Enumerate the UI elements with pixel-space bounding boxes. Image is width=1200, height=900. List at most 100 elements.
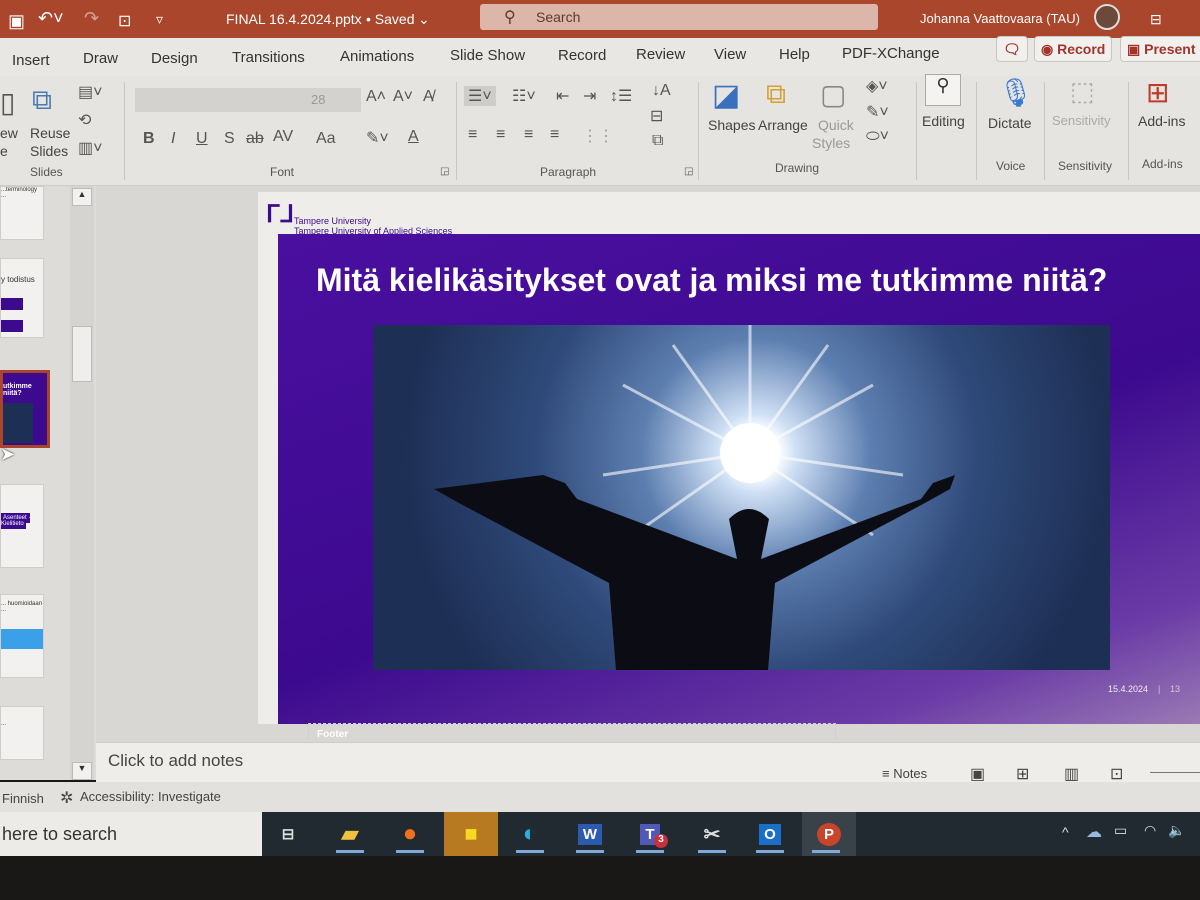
- arrange-icon[interactable]: ⧉: [766, 78, 786, 111]
- find-icon[interactable]: ⚲: [925, 74, 961, 106]
- font-name-select[interactable]: [135, 88, 307, 112]
- columns-icon[interactable]: ⋮⋮: [582, 126, 614, 146]
- save-status[interactable]: • Saved: [366, 11, 415, 27]
- scroll-up-icon[interactable]: ▲: [72, 188, 92, 206]
- tab-pdf-xchange[interactable]: PDF-XChange: [842, 45, 940, 62]
- line-spacing-icon[interactable]: ↕☰: [610, 86, 632, 106]
- firefox-icon[interactable]: ●: [386, 812, 434, 856]
- battery-icon[interactable]: ▭: [1114, 822, 1127, 839]
- onedrive-icon[interactable]: ☁: [1086, 822, 1102, 842]
- avatar[interactable]: [1094, 4, 1120, 30]
- tab-draw[interactable]: Draw: [83, 50, 118, 67]
- tab-view[interactable]: View: [714, 46, 746, 63]
- slide-thumbnail[interactable]: ...terminology ...: [0, 186, 44, 240]
- character-spacing-button[interactable]: AV: [273, 128, 293, 146]
- tab-insert[interactable]: Insert: [12, 52, 50, 69]
- smartart-icon[interactable]: ⧉: [652, 132, 663, 150]
- slide-thumbnail[interactable]: ...: [0, 706, 44, 760]
- show-hidden-icons[interactable]: ^: [1062, 824, 1069, 840]
- zoom-slider[interactable]: [1150, 772, 1200, 773]
- increase-font-icon[interactable]: A˄: [366, 88, 386, 106]
- notes-pane[interactable]: Click to add notes: [96, 742, 1200, 782]
- highlight-icon[interactable]: ✎˅: [366, 128, 389, 148]
- tab-design[interactable]: Design: [151, 50, 198, 67]
- tab-record[interactable]: Record: [558, 47, 606, 64]
- user-name[interactable]: Johanna Vaattovaara (TAU): [920, 11, 1080, 26]
- change-case-button[interactable]: Aa: [316, 130, 336, 148]
- shapes-label[interactable]: Shapes: [708, 116, 755, 134]
- accessibility-status[interactable]: Accessibility: Investigate: [80, 789, 221, 804]
- tab-help[interactable]: Help: [779, 46, 810, 63]
- align-right-icon[interactable]: ≡: [524, 126, 533, 144]
- text-direction-icon[interactable]: ↓A: [652, 82, 671, 100]
- decrease-indent-icon[interactable]: ⇤: [556, 86, 569, 106]
- font-color-button[interactable]: A: [408, 128, 419, 146]
- slide-thumbnail[interactable]: y todistus: [0, 258, 44, 338]
- clear-formatting-icon[interactable]: A̸: [423, 88, 434, 106]
- sticky-notes-icon[interactable]: ■: [444, 812, 498, 856]
- outlook-icon[interactable]: O: [746, 812, 794, 856]
- quick-styles-label[interactable]: Quick: [818, 116, 854, 134]
- present-from-start-icon[interactable]: ⊡: [118, 11, 131, 31]
- comments-button[interactable]: 🗨: [996, 36, 1028, 62]
- reading-view-icon[interactable]: ▥: [1064, 764, 1079, 784]
- increase-indent-icon[interactable]: ⇥: [583, 86, 596, 106]
- ribbon-display-icon[interactable]: ⊟: [1150, 11, 1162, 28]
- scrollbar-thumb[interactable]: [72, 326, 92, 382]
- thumbnails-scrollbar[interactable]: ▲ ▼: [70, 186, 94, 780]
- tab-review[interactable]: Review: [636, 46, 685, 63]
- align-center-icon[interactable]: ≡: [496, 126, 505, 144]
- align-text-icon[interactable]: ⊟: [650, 106, 663, 126]
- search-box[interactable]: ⚲ Search: [480, 4, 878, 30]
- reset-icon[interactable]: ⟲: [78, 110, 91, 130]
- sensitivity-icon[interactable]: ⬚: [1070, 76, 1095, 107]
- present-button[interactable]: ▣ Present: [1120, 36, 1200, 62]
- add-ins-button[interactable]: Add-ins: [1138, 112, 1185, 130]
- slide-thumbnail[interactable]: Asenteet · Kielitieto: [0, 484, 44, 568]
- volume-icon[interactable]: 🔈: [1168, 822, 1185, 839]
- powerpoint-icon[interactable]: P: [802, 812, 856, 856]
- shape-fill-icon[interactable]: ◈˅: [866, 76, 888, 96]
- wifi-icon[interactable]: ◠: [1144, 822, 1156, 839]
- file-explorer-icon[interactable]: ▰: [326, 812, 374, 856]
- redo-icon[interactable]: ↷: [84, 8, 99, 29]
- undo-icon[interactable]: ↶˅: [38, 8, 64, 29]
- microphone-icon[interactable]: 🎙: [998, 76, 1034, 109]
- slide-canvas[interactable]: ᒥᒧ Tampere University Tampere University…: [258, 192, 1200, 745]
- reuse-slides-label-2[interactable]: Slides: [30, 142, 68, 160]
- new-slide-icon[interactable]: ▯: [0, 86, 15, 119]
- snipping-tool-icon[interactable]: ✂: [688, 812, 736, 856]
- customize-toolbar-icon[interactable]: ▿: [156, 11, 163, 28]
- scroll-down-icon[interactable]: ▼: [72, 762, 92, 780]
- tab-animations[interactable]: Animations: [340, 48, 414, 65]
- slide-image[interactable]: [373, 325, 1110, 670]
- normal-view-icon[interactable]: ▣: [970, 764, 985, 784]
- slide-thumbnail[interactable]: ... huomioidaan ...: [0, 594, 44, 678]
- numbering-icon[interactable]: ☷˅: [512, 86, 536, 106]
- align-left-icon[interactable]: ≡: [468, 126, 477, 144]
- decrease-font-icon[interactable]: A˅: [393, 88, 413, 106]
- tab-transitions[interactable]: Transitions: [232, 49, 305, 66]
- dictate-button[interactable]: Dictate: [988, 114, 1032, 132]
- slideshow-view-icon[interactable]: ⊡: [1110, 764, 1123, 784]
- strikethrough-button[interactable]: ab: [246, 130, 264, 148]
- section-icon[interactable]: ▥˅: [78, 138, 102, 158]
- shadow-button[interactable]: S: [224, 130, 235, 148]
- notes-placeholder[interactable]: Click to add notes: [108, 751, 243, 771]
- teams-icon[interactable]: T3: [626, 812, 674, 856]
- new-slide-label-2[interactable]: e: [0, 142, 8, 160]
- quick-styles-icon[interactable]: ▢: [820, 78, 846, 111]
- record-button[interactable]: ◉ Record: [1034, 36, 1113, 62]
- font-dialog-launcher-icon[interactable]: ◲: [440, 166, 449, 177]
- notes-toggle[interactable]: ≡ Notes: [882, 766, 927, 781]
- bold-button[interactable]: B: [143, 130, 155, 148]
- slide-title[interactable]: Mitä kielikäsitykset ovat ja miksi me tu…: [316, 262, 1107, 299]
- reuse-slides-icon[interactable]: ⧉: [32, 84, 52, 117]
- chevron-down-icon[interactable]: ⌄: [418, 11, 430, 28]
- tab-slide-show[interactable]: Slide Show: [450, 47, 525, 64]
- word-icon[interactable]: W: [566, 812, 614, 856]
- slide-thumbnail-selected[interactable]: utkimme niitä?: [0, 370, 50, 448]
- italic-button[interactable]: I: [171, 130, 175, 148]
- shape-outline-icon[interactable]: ✎˅: [866, 102, 889, 122]
- slide-sorter-icon[interactable]: ⊞: [1016, 764, 1029, 784]
